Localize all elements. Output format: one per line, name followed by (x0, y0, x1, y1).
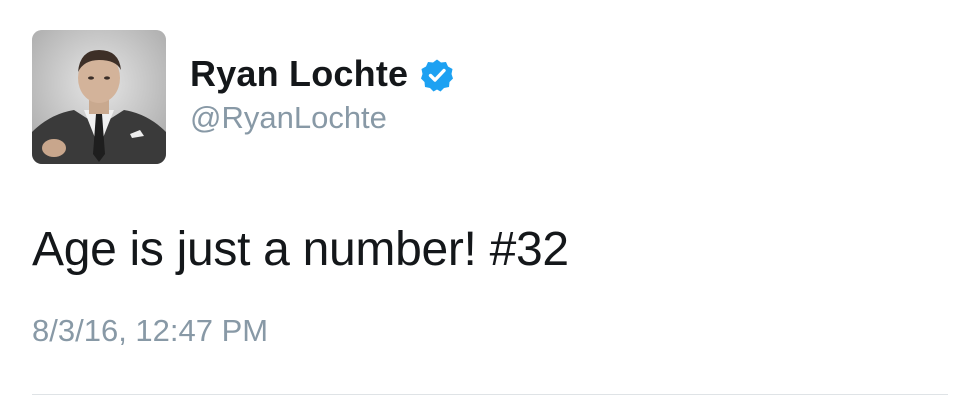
tweet-card: Ryan Lochte @RyanLochte Age is just a nu… (0, 0, 980, 400)
author-avatar[interactable] (32, 30, 166, 164)
tweet-text: Age is just a number! #32 (32, 223, 569, 276)
divider (32, 394, 948, 395)
author-name-row: Ryan Lochte (190, 52, 454, 96)
author-handle[interactable]: @RyanLochte (190, 100, 387, 136)
profile-photo-icon (32, 30, 166, 164)
author-display-name[interactable]: Ryan Lochte (190, 53, 408, 95)
tweet-timestamp[interactable]: 8/3/16, 12:47 PM (32, 313, 268, 349)
verified-badge-icon (420, 58, 454, 92)
